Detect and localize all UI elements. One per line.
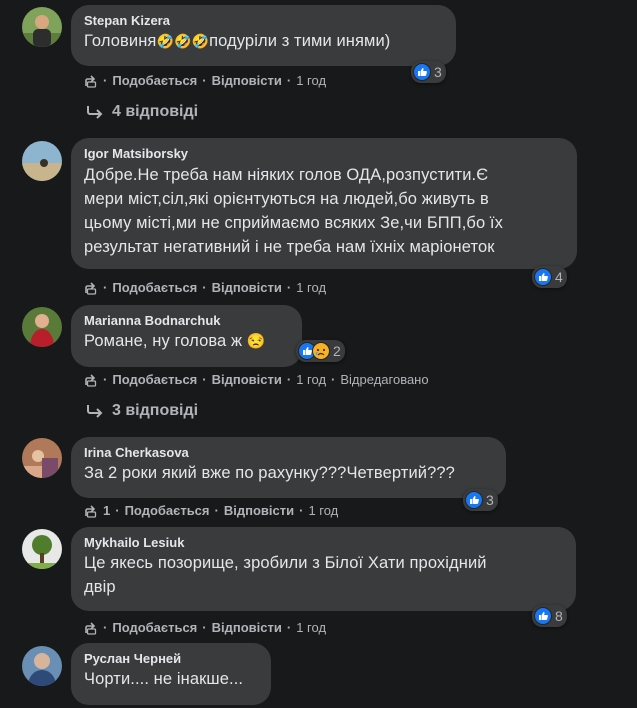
avatar[interactable] [22, 438, 62, 478]
share-icon[interactable] [84, 74, 98, 88]
share-icon[interactable] [84, 373, 98, 387]
reaction-number: 2 [333, 343, 341, 359]
avatar[interactable] [22, 307, 62, 347]
replies-count: 3 відповіді [112, 402, 199, 419]
comment-text: За 2 роки який вже по рахунку???Четверти… [84, 464, 455, 482]
like-button[interactable]: Подобається [112, 620, 197, 635]
comment-text-part: Романе, ну голова ж [84, 332, 243, 350]
timestamp[interactable]: 1 год [296, 73, 326, 88]
reply-button[interactable]: Відповісти [224, 503, 294, 518]
comment-text: Чорти.... не інакше... [84, 670, 244, 688]
comment-actions: · Подобається · Відповісти · 1 год [84, 620, 326, 635]
like-icon [413, 63, 431, 81]
like-button[interactable]: Подобається [112, 372, 197, 387]
reaction-count[interactable]: 3 [411, 61, 446, 83]
comment-text: Головиня🤣🤣🤣подуріли з тими инями) [84, 29, 444, 53]
reply-button[interactable]: Відповісти [212, 372, 282, 387]
reply-button[interactable]: Відповісти [212, 73, 282, 88]
comment-bubble: Marianna Bodnarchuk Романе, ну голова ж … [71, 305, 302, 367]
view-replies-button[interactable]: 3 відповіді [86, 402, 198, 420]
comment-text-part: подуріли з тими инями) [209, 32, 391, 50]
reaction-count[interactable]: 8 [532, 605, 567, 627]
reaction-count[interactable]: 3 [463, 489, 498, 511]
like-icon [534, 268, 552, 286]
comment-actions: · Подобається · Відповісти · 1 год · Від… [84, 372, 429, 387]
unamused-emoji: 😒 [246, 333, 266, 350]
share-icon[interactable] [84, 281, 98, 295]
avatar[interactable] [22, 141, 62, 181]
reaction-number: 3 [434, 64, 442, 80]
comment-actions: · Подобається · Відповісти · 1 год [84, 73, 326, 88]
avatar[interactable] [22, 646, 62, 686]
like-button[interactable]: Подобається [125, 503, 210, 518]
author-name[interactable]: Stepan Kizera [84, 12, 444, 29]
timestamp[interactable]: 1 год [308, 503, 338, 518]
reply-button[interactable]: Відповісти [212, 280, 282, 295]
comment-line: результат негативний і не треба нам їхні… [84, 238, 495, 256]
like-icon [465, 491, 483, 509]
timestamp[interactable]: 1 год [296, 372, 326, 387]
laughing-emoji: 🤣🤣🤣 [156, 33, 210, 49]
comment-text: Романе, ну голова ж 😒 [84, 329, 290, 354]
replies-count: 4 відповіді [112, 103, 199, 120]
author-name[interactable]: Irina Cherkasova [84, 444, 494, 461]
reaction-number: 3 [486, 492, 494, 508]
share-icon[interactable] [84, 621, 98, 635]
comment-actions: 1 · Подобається · Відповісти · 1 год [84, 503, 338, 518]
timestamp[interactable]: 1 год [296, 620, 326, 635]
comment-bubble: Stepan Kizera Головиня🤣🤣🤣подуріли з тими… [71, 5, 456, 66]
timestamp[interactable]: 1 год [296, 280, 326, 295]
comment-line: двір [84, 578, 116, 596]
reply-arrow-icon [87, 405, 103, 418]
like-icon [534, 607, 552, 625]
reply-arrow-icon [87, 106, 103, 119]
comment-line: мери міст,сіл,які орієнтуються на людей,… [84, 190, 489, 208]
edited-label[interactable]: Відредаговано [340, 372, 428, 387]
avatar[interactable] [22, 529, 62, 569]
reaction-number: 8 [555, 608, 563, 624]
reply-button[interactable]: Відповісти [212, 620, 282, 635]
comment-bubble: Mykhailo Lesiuk Це якесь позорище, зроби… [71, 527, 576, 611]
comment-bubble: Igor Matsiborsky Добре.Не треба нам ніяк… [71, 138, 577, 269]
like-button[interactable]: Подобається [112, 73, 197, 88]
like-button[interactable]: Подобається [112, 280, 197, 295]
comment-line: цьому місті,ми не сприймаємо всяких Зе,ч… [84, 214, 503, 232]
reaction-count[interactable]: 4 [532, 266, 567, 288]
comment-text-part: Головиня [84, 32, 157, 50]
author-name[interactable]: Igor Matsiborsky [84, 145, 565, 162]
share-count[interactable]: 1 [103, 503, 110, 518]
sad-icon [312, 342, 330, 360]
comment-line: Добре.Не треба нам ніяких голов ОДА,розп… [84, 166, 489, 184]
comment-actions: · Подобається · Відповісти · 1 год [84, 280, 326, 295]
avatar[interactable] [22, 7, 62, 47]
author-name[interactable]: Marianna Bodnarchuk [84, 312, 290, 329]
author-name[interactable]: Руслан Черней [84, 650, 259, 667]
comment-line: Це якесь позорище, зробили з Білої Хати … [84, 554, 487, 572]
comment-bubble: Руслан Черней Чорти.... не інакше... [71, 643, 271, 705]
comment-bubble: Irina Cherkasova За 2 роки який вже по р… [71, 437, 506, 498]
author-name[interactable]: Mykhailo Lesiuk [84, 534, 564, 551]
reaction-count[interactable]: 2 [296, 340, 345, 362]
view-replies-button[interactable]: 4 відповіді [86, 103, 198, 121]
share-icon[interactable] [84, 504, 98, 518]
reaction-number: 4 [555, 269, 563, 285]
